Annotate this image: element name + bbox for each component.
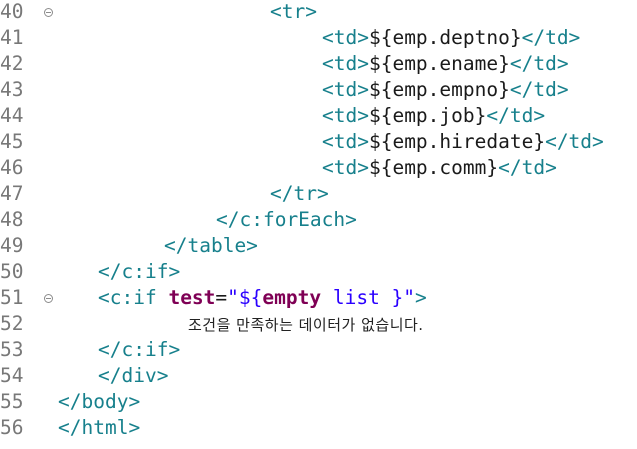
code-text: <c:if test="${empty list }"> <box>98 286 427 309</box>
fold-collapse-icon[interactable] <box>44 8 53 17</box>
code-token: <td> <box>322 78 369 101</box>
code-token: </c:if> <box>98 260 181 283</box>
code-text: <td>${emp.empno}</td> <box>322 78 569 101</box>
code-token: </body> <box>58 390 141 413</box>
line-number: 43 <box>0 78 24 101</box>
code-token: <td> <box>322 156 369 179</box>
code-line[interactable]: 50 </c:if> <box>0 260 637 286</box>
code-text: </div> <box>98 364 168 387</box>
code-token: <td> <box>322 52 369 75</box>
line-number: 41 <box>0 26 24 49</box>
line-number: 51 <box>0 286 24 309</box>
line-number: 45 <box>0 130 24 153</box>
code-text: </c:if> <box>98 260 180 283</box>
code-text: </body> <box>58 390 140 413</box>
line-number: 48 <box>0 208 24 231</box>
line-number: 56 <box>0 416 24 439</box>
code-line[interactable]: 52 조건을 만족하는 데이터가 없습니다. <box>0 312 637 338</box>
code-token: list }" <box>321 286 416 309</box>
line-number: 55 <box>0 390 24 413</box>
code-text: </c:forEach> <box>216 208 357 231</box>
code-token: ${emp.deptno} <box>368 26 522 49</box>
code-line[interactable]: 53 </c:if> <box>0 338 637 364</box>
line-number: 49 <box>0 234 24 257</box>
code-token: </tr> <box>270 182 329 205</box>
code-text: <tr> <box>270 0 317 23</box>
code-token: ${emp.empno} <box>368 78 510 101</box>
code-token: </html> <box>58 416 141 439</box>
code-text: </c:if> <box>98 338 180 361</box>
code-text: <td>${emp.job}</td> <box>322 104 545 127</box>
code-line[interactable]: 51 <c:if test="${empty list }"> <box>0 286 637 312</box>
code-text: </table> <box>164 234 258 257</box>
line-number: 46 <box>0 156 24 179</box>
code-token: <td> <box>322 26 369 49</box>
code-token: </td> <box>498 156 557 179</box>
line-number: 54 <box>0 364 24 387</box>
comment-text: 조건을 만족하는 데이터가 없습니다. <box>188 316 424 334</box>
code-text: </tr> <box>270 182 329 205</box>
code-line[interactable]: 54 </div> <box>0 364 637 390</box>
code-token: > <box>415 286 427 309</box>
code-line[interactable]: 49 </table> <box>0 234 637 260</box>
code-text: <td>${emp.deptno}</td> <box>322 26 580 49</box>
code-token: </c:if> <box>98 338 181 361</box>
code-token: </div> <box>98 364 169 387</box>
code-token: </td> <box>486 104 546 127</box>
line-number: 44 <box>0 104 24 127</box>
code-token: </table> <box>164 234 258 257</box>
code-text: 조건을 만족하는 데이터가 없습니다. <box>188 312 424 335</box>
code-line[interactable]: 41 <td>${emp.deptno}</td> <box>0 26 637 52</box>
line-number: 40 <box>0 0 24 23</box>
code-token: = <box>215 286 228 309</box>
code-line[interactable]: 44 <td>${emp.job}</td> <box>0 104 637 130</box>
code-line[interactable]: 43 <td>${emp.empno}</td> <box>0 78 637 104</box>
code-text: <td>${emp.hiredate}</td> <box>322 130 604 153</box>
code-text: </html> <box>58 416 140 439</box>
code-line[interactable]: 56 </html> <box>0 416 637 442</box>
code-line[interactable]: 48 </c:forEach> <box>0 208 637 234</box>
line-number: 53 <box>0 338 24 361</box>
line-number: 52 <box>0 312 24 335</box>
code-token: </c:forEach> <box>216 208 357 231</box>
code-token: </td> <box>545 130 604 153</box>
code-token: "${ <box>227 286 263 309</box>
code-line[interactable]: 40 <tr> <box>0 0 637 26</box>
line-number: 42 <box>0 52 24 75</box>
code-token: <c:if <box>98 286 169 309</box>
line-number: 47 <box>0 182 24 205</box>
code-token: <tr> <box>270 0 317 23</box>
code-line[interactable]: 55 </body> <box>0 390 637 416</box>
code-token: ${emp.ename} <box>368 52 510 75</box>
code-editor[interactable]: 40 <tr> 41 <td>${emp.deptno}</td> 42 <td>${em… <box>0 0 637 449</box>
code-text: <td>${emp.comm}</td> <box>322 156 557 179</box>
line-number: 50 <box>0 260 24 283</box>
code-line[interactable]: 45 <td>${emp.hiredate}</td> <box>0 130 637 156</box>
code-token: ${emp.comm} <box>368 156 499 179</box>
code-token: ${emp.job} <box>368 104 487 127</box>
code-token: </td> <box>521 26 581 49</box>
code-token: <td> <box>322 104 369 127</box>
code-token: test <box>168 286 216 309</box>
code-text: <td>${emp.ename}</td> <box>322 52 569 75</box>
code-line[interactable]: 47 </tr> <box>0 182 637 208</box>
code-line[interactable]: 42 <td>${emp.ename}</td> <box>0 52 637 78</box>
fold-collapse-icon[interactable] <box>44 294 53 303</box>
code-token: <td> <box>322 130 369 153</box>
code-token: </td> <box>509 78 569 101</box>
code-token: ${emp.hiredate} <box>368 130 546 153</box>
code-line[interactable]: 46 <td>${emp.comm}</td> <box>0 156 637 182</box>
code-token: </td> <box>509 52 569 75</box>
code-token: empty <box>262 286 322 309</box>
